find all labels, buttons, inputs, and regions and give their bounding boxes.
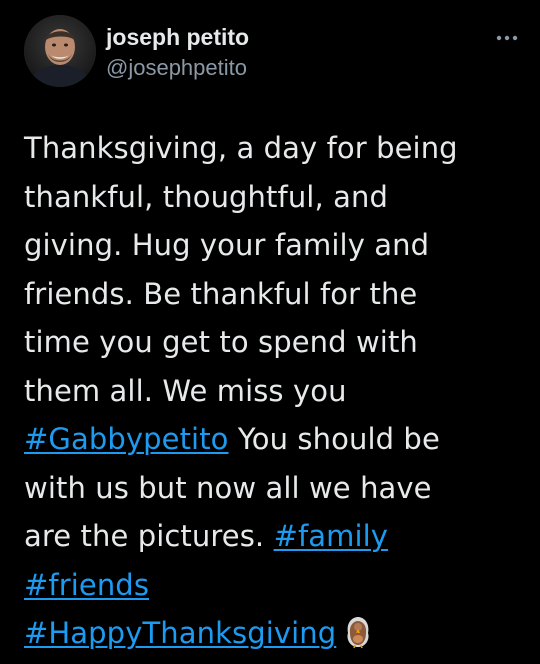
tweet-line: thankful, thoughtful, and [24,179,388,214]
tweet-line: them all. We miss you [24,373,347,408]
tweet-line: #Gabbypetito You should be [24,415,514,464]
tweet-line: friends. Be thankful for the [24,276,418,311]
display-name[interactable]: joseph petito [106,23,249,51]
tweet-line: giving. Hug your family and [24,228,430,262]
hashtag-happythanksgiving[interactable]: #HappyThanksgiving [24,616,336,650]
profile-photo-icon [24,15,96,87]
tweet-line: Thanksgiving, a day for being [24,131,458,165]
tweet-line: #HappyThanksgiving [24,609,514,658]
author-names: joseph petito @josephpetito [106,23,249,83]
tweet-header: joseph petito @josephpetito [24,15,524,91]
hashtag-friends[interactable]: #friends [24,568,149,602]
tweet-line-text: are the pictures. [24,519,274,553]
tweet-text: Thanksgiving, a day for being thankful, … [24,124,514,658]
tweet-line-rest: You should be [228,422,440,456]
turkey-emoji-icon [344,615,372,649]
more-dots-icon[interactable] [496,27,518,41]
tweet-line: #friends [24,561,514,610]
avatar[interactable] [24,15,96,87]
hashtag-family[interactable]: #family [274,519,389,553]
tweet-line: with us but now all we have [24,470,432,505]
hashtag-gabbypetito[interactable]: #Gabbypetito [24,422,229,456]
tweet-line: are the pictures. #family [24,512,514,561]
handle[interactable]: @josephpetito [106,53,249,83]
tweet-line: time you get to spend with [24,325,418,359]
